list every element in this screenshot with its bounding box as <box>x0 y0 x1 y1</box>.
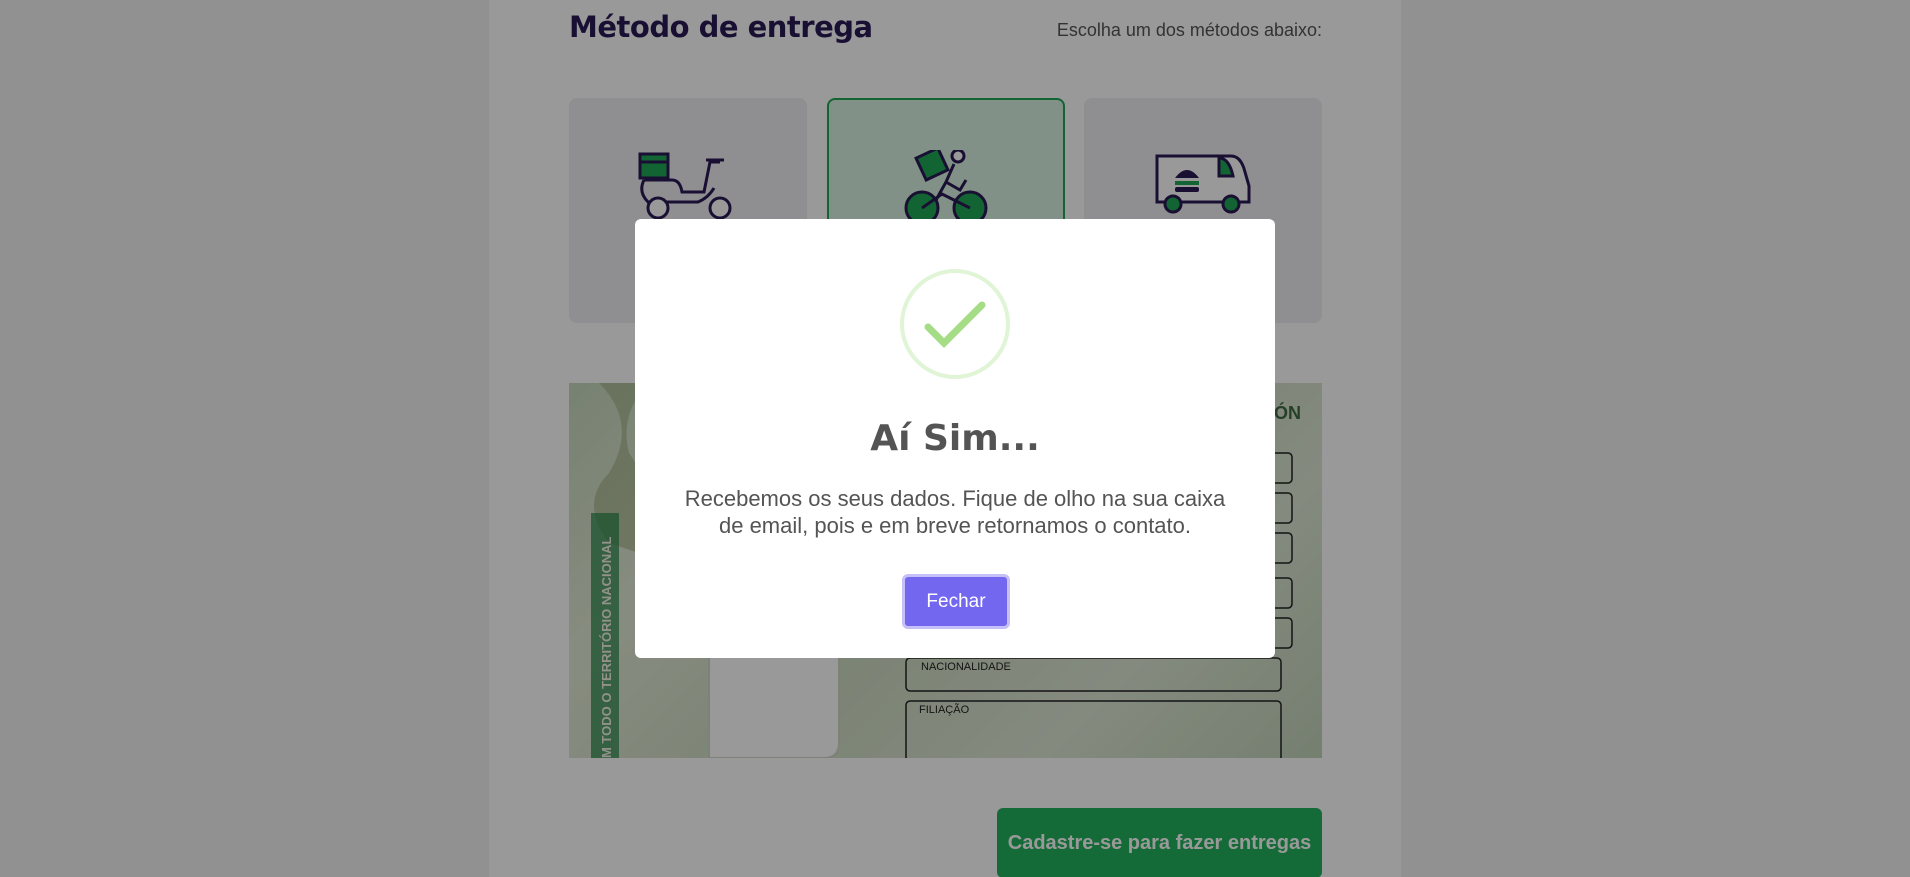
modal-message: Recebemos os seus dados. Fique de olho n… <box>684 486 1226 538</box>
success-modal: Aí Sim... Recebemos os seus dados. Fique… <box>635 219 1275 658</box>
success-icon <box>900 269 1010 379</box>
modal-title: Aí Sim... <box>870 418 1040 459</box>
close-button[interactable]: Fechar <box>902 574 1010 629</box>
